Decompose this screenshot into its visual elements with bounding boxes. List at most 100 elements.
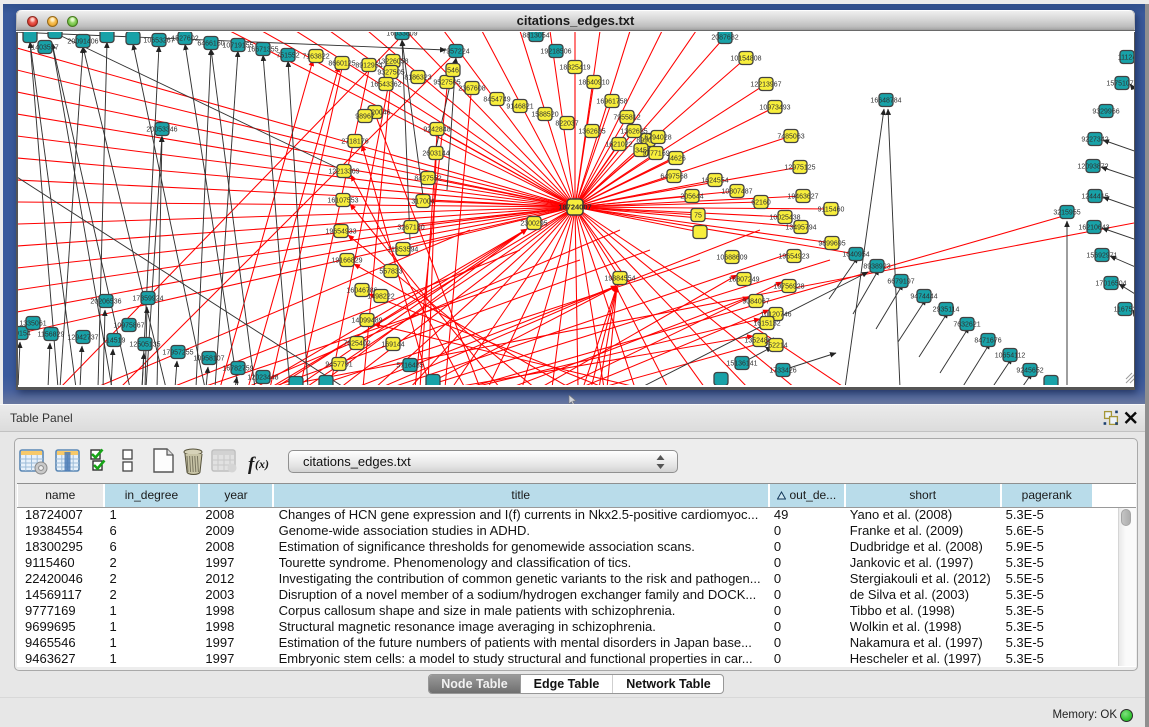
svg-text:6679197: 6679197 <box>887 279 914 286</box>
svg-text:98967: 98967 <box>355 114 375 121</box>
svg-text:1733426: 1733426 <box>769 368 796 375</box>
svg-text:16782759: 16782759 <box>222 366 253 373</box>
svg-text:10973493: 10973493 <box>759 105 790 112</box>
svg-text:16033809: 16033809 <box>386 32 417 38</box>
svg-text:1621022: 1621022 <box>605 142 632 149</box>
svg-text:9527505: 9527505 <box>433 80 460 87</box>
svg-text:18640910: 18640910 <box>578 80 609 87</box>
svg-text:8813054: 8813054 <box>522 33 549 40</box>
svg-text:5716485: 5716485 <box>396 363 423 370</box>
svg-text:13495794: 13495794 <box>785 225 816 232</box>
svg-text:18325419: 18325419 <box>559 65 590 72</box>
svg-text:557833: 557833 <box>379 269 402 276</box>
svg-text:9084067: 9084067 <box>742 299 769 306</box>
svg-text:8938923: 8938923 <box>863 264 890 271</box>
svg-text:12213369: 12213369 <box>328 169 359 176</box>
svg-text:19654933: 19654933 <box>325 229 356 236</box>
svg-text:1335061: 1335061 <box>19 321 46 328</box>
svg-text:2367608: 2367608 <box>458 86 485 93</box>
svg-text:9327505: 9327505 <box>377 70 404 77</box>
svg-text:317004: 317004 <box>411 199 434 206</box>
svg-text:8186323: 8186323 <box>404 75 431 82</box>
svg-text:2603144: 2603144 <box>422 151 449 158</box>
svg-text:3215955: 3215955 <box>1053 210 1080 217</box>
svg-text:12093872: 12093872 <box>1077 164 1108 171</box>
svg-text:1244415: 1244415 <box>1081 194 1108 201</box>
svg-text:12942737: 12942737 <box>67 335 98 342</box>
svg-text:19654923: 19654923 <box>778 254 809 261</box>
svg-text:2718176: 2718176 <box>341 139 368 146</box>
svg-text:6497568: 6497568 <box>660 174 687 181</box>
svg-text:8471676: 8471676 <box>974 338 1001 345</box>
svg-text:1498222: 1498222 <box>367 294 394 301</box>
svg-text:2300295: 2300295 <box>520 221 547 228</box>
svg-text:6466160: 6466160 <box>197 41 224 48</box>
svg-text:7163822: 7163822 <box>302 54 329 61</box>
svg-text:2087682: 2087682 <box>711 35 738 42</box>
svg-text:8427552: 8427552 <box>414 176 441 183</box>
svg-text:7955812: 7955812 <box>613 115 640 122</box>
svg-text:16210643: 16210643 <box>1078 225 1109 232</box>
svg-text:12023448: 12023448 <box>247 375 278 382</box>
svg-text:1403557: 1403557 <box>31 45 58 52</box>
svg-text:9245652: 9245652 <box>1016 368 1043 375</box>
svg-text:20091406: 20091406 <box>67 39 98 46</box>
svg-text:16961758: 16961758 <box>596 99 627 106</box>
svg-text:822037: 822037 <box>555 121 578 128</box>
svg-text:20053346: 20053346 <box>146 127 177 134</box>
svg-text:2935114: 2935114 <box>933 307 960 314</box>
svg-text:7625402: 7625402 <box>343 341 370 348</box>
svg-text:(x): (x) <box>255 457 269 471</box>
svg-text:9899695: 9899695 <box>818 241 845 248</box>
svg-text:9457791: 9457791 <box>325 362 352 369</box>
svg-text:1362635: 1362635 <box>578 129 605 136</box>
svg-text:7957224: 7957224 <box>442 49 469 56</box>
svg-text:20206536: 20206536 <box>90 299 121 306</box>
svg-text:16671355: 16671355 <box>247 47 278 54</box>
svg-text:7485063: 7485063 <box>777 134 804 141</box>
svg-text:19166829: 19166829 <box>331 258 362 265</box>
svg-text:19384554: 19384554 <box>604 276 635 283</box>
svg-text:10975867: 10975867 <box>113 323 144 330</box>
svg-text:62160: 62160 <box>751 200 771 207</box>
svg-text:19756928: 19756928 <box>773 284 804 291</box>
svg-text:1527602: 1527602 <box>171 36 198 43</box>
svg-text:15751074: 15751074 <box>1106 81 1134 88</box>
svg-text:16648784: 16648784 <box>870 98 901 105</box>
svg-text:252214: 252214 <box>764 343 787 350</box>
svg-text:15136141: 15136141 <box>726 361 757 368</box>
svg-text:1640954: 1640954 <box>842 252 869 259</box>
svg-text:10807487: 10807487 <box>721 189 752 196</box>
svg-text:169144: 169144 <box>381 342 404 349</box>
svg-text:9242848: 9242848 <box>423 127 450 134</box>
svg-text:10654112: 10654112 <box>995 353 1026 360</box>
svg-text:11124: 11124 <box>1118 55 1134 62</box>
svg-text:14099489: 14099489 <box>351 318 382 325</box>
svg-text:9146821: 9146821 <box>506 104 533 111</box>
svg-text:114519: 114519 <box>103 338 126 345</box>
svg-text:205644: 205644 <box>680 194 703 201</box>
svg-text:17359924: 17359924 <box>132 296 163 303</box>
svg-text:16107553: 16107553 <box>327 198 358 205</box>
svg-text:15692971: 15692971 <box>1086 253 1117 260</box>
svg-text:12505135: 12505135 <box>129 342 160 349</box>
svg-text:3267130: 3267130 <box>397 225 424 232</box>
svg-text:74626: 74626 <box>666 156 686 163</box>
svg-text:17016504: 17016504 <box>1095 281 1126 288</box>
svg-text:9115460: 9115460 <box>818 207 845 214</box>
svg-text:1624554: 1624554 <box>701 178 728 185</box>
svg-text:1588520: 1588520 <box>531 112 558 119</box>
svg-text:9227342: 9227342 <box>1081 137 1108 144</box>
svg-text:12975125: 12975125 <box>784 165 815 172</box>
svg-text:9329966: 9329966 <box>1092 109 1119 116</box>
svg-text:13226058: 13226058 <box>377 59 408 66</box>
svg-text:6794028: 6794028 <box>644 135 671 142</box>
svg-text:8660125: 8660125 <box>328 61 355 68</box>
svg-text:19463627: 19463627 <box>787 194 818 201</box>
svg-text:18807249: 18807249 <box>728 277 759 284</box>
svg-text:19218506: 19218506 <box>540 49 571 56</box>
svg-text:1156829: 1156829 <box>38 332 65 339</box>
svg-text:116753: 116753 <box>1114 307 1134 314</box>
svg-text:17957255: 17957255 <box>162 350 193 357</box>
svg-text:10688609: 10688609 <box>716 255 747 262</box>
